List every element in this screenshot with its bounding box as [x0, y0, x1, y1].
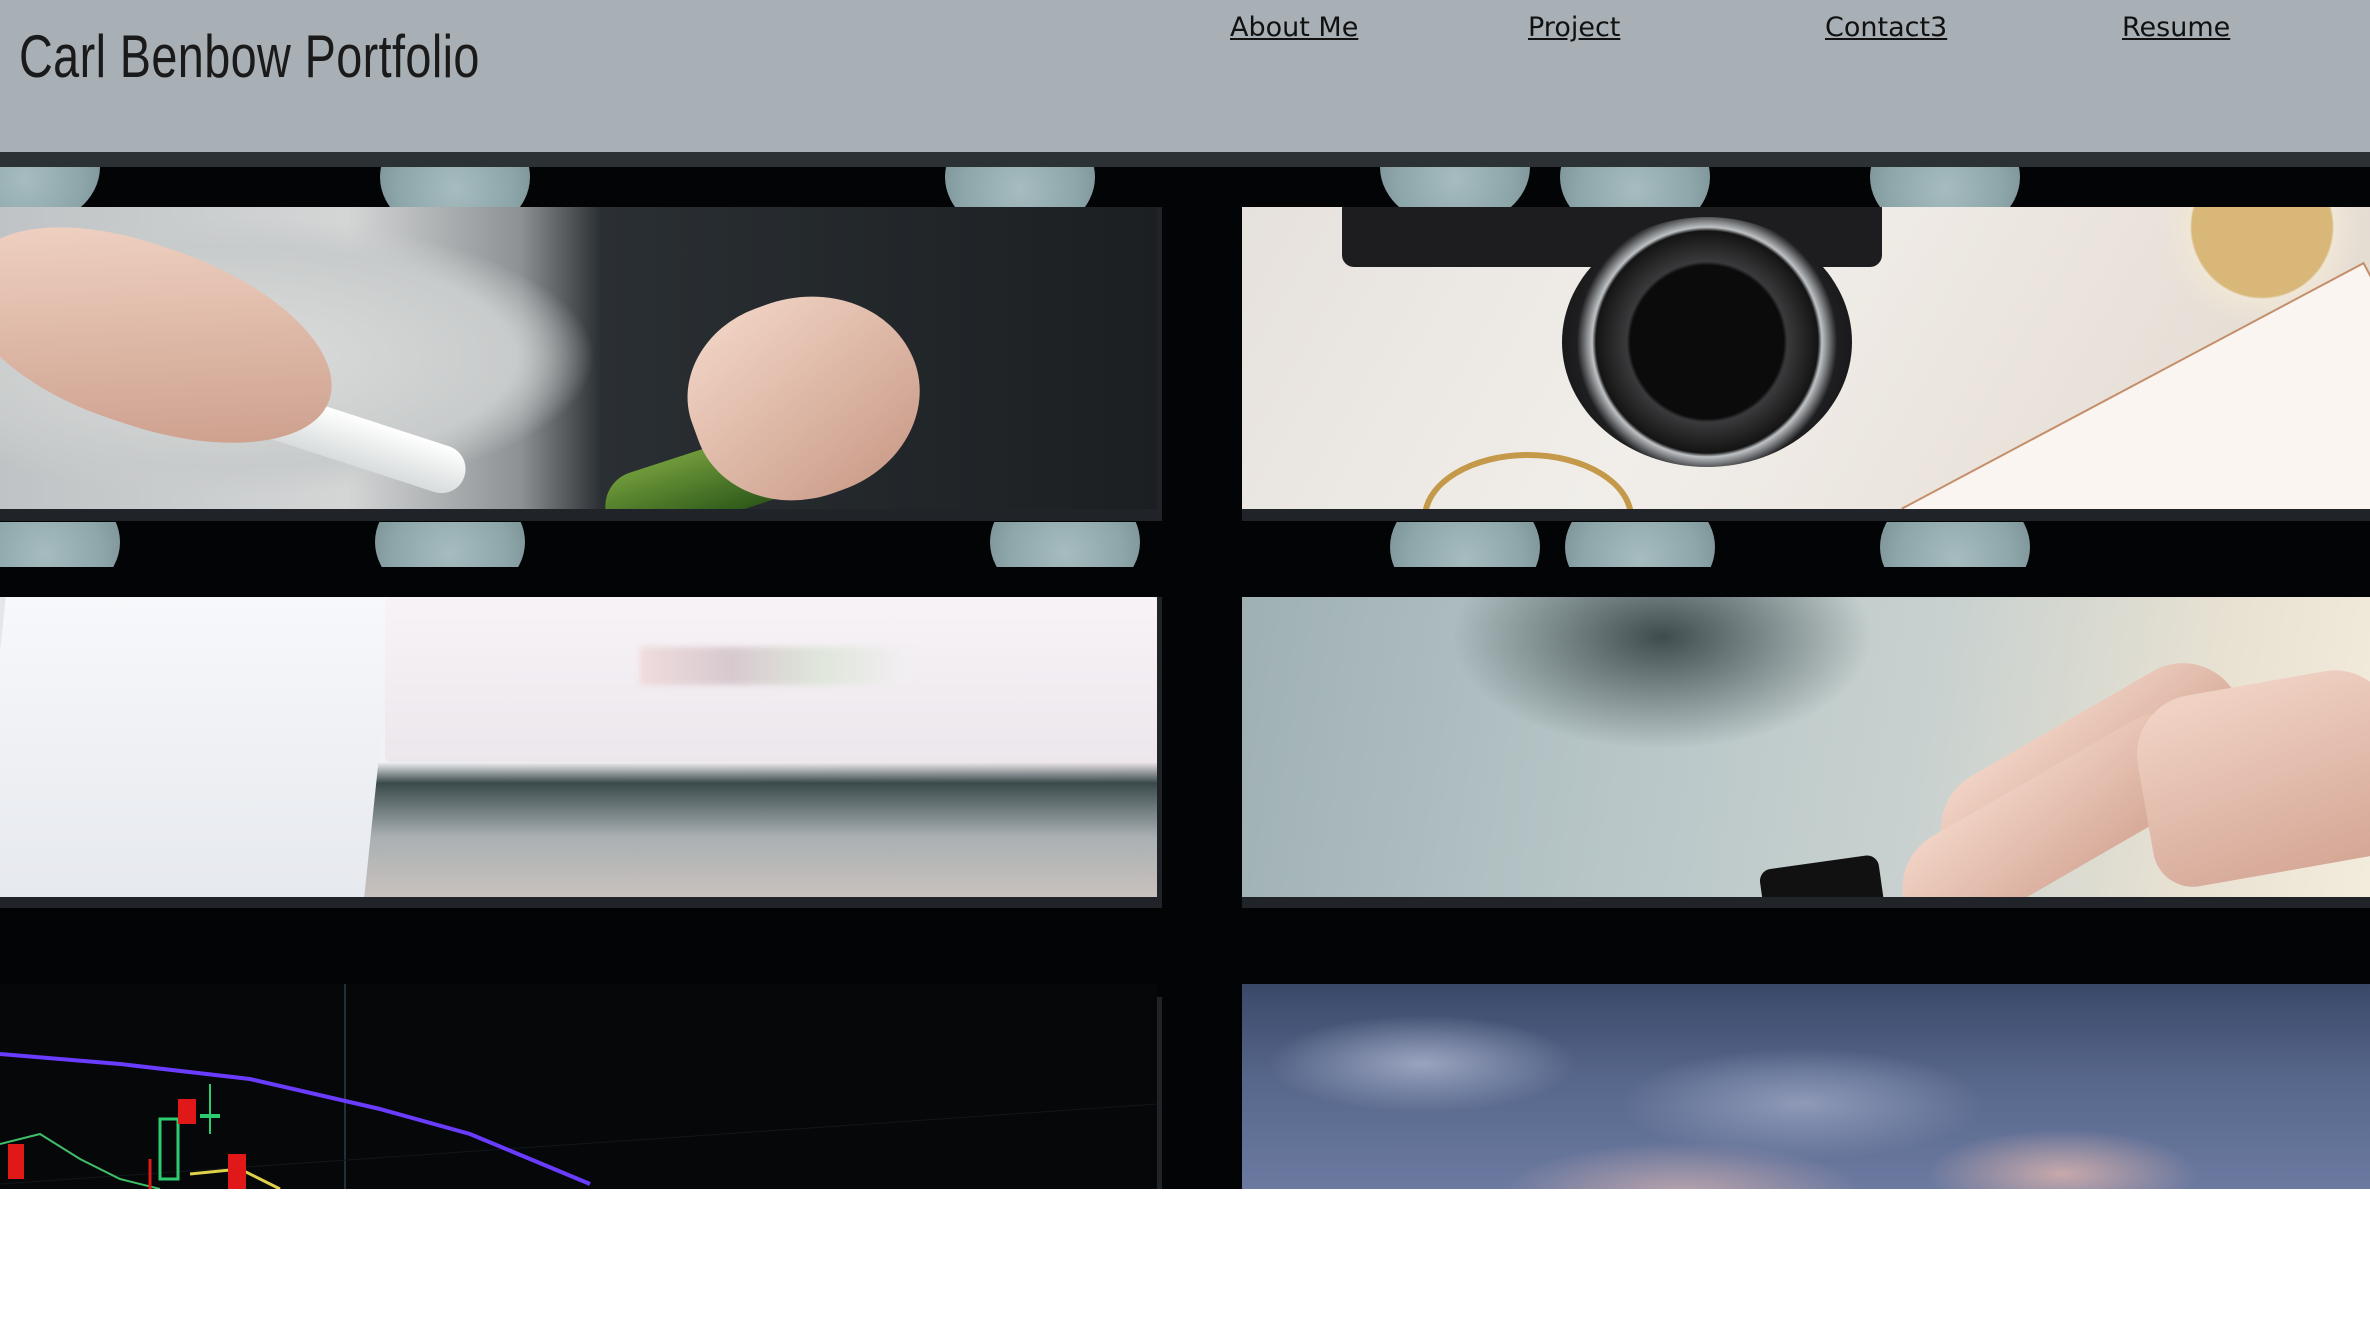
bokeh-band-middle — [0, 522, 2370, 567]
candlestick-chart-graphic — [0, 984, 1157, 1189]
project-tile-stock-chart[interactable] — [0, 984, 1157, 1189]
smartwatch-shape — [1758, 853, 1886, 897]
project-tile-cooking[interactable] — [0, 207, 1157, 509]
nav-link-contact[interactable]: Contact3 — [1825, 12, 1947, 43]
notepad-shape — [1901, 261, 2370, 509]
project-gallery — [0, 152, 2370, 1189]
bracelet-shape — [1422, 452, 1634, 509]
project-tile-sky[interactable] — [1242, 984, 2370, 1189]
tile-frame — [1157, 997, 1162, 1189]
nav-link-resume[interactable]: Resume — [2122, 12, 2230, 43]
site-title: Carl Benbow Portfolio — [19, 23, 480, 90]
bokeh-band-top — [0, 167, 2370, 207]
blurred-window-shape — [640, 647, 910, 685]
project-tile-camera[interactable] — [1242, 207, 2370, 509]
site-header: Carl Benbow Portfolio About Me Project C… — [0, 0, 2370, 152]
header-divider — [0, 152, 2370, 167]
camera-lens-shape — [1562, 217, 1852, 467]
project-tile-laptop[interactable] — [0, 597, 1157, 897]
nav-link-about-me[interactable]: About Me — [1230, 12, 1358, 43]
nav-link-project[interactable]: Project — [1528, 12, 1620, 43]
laptop-screen-shape — [0, 597, 396, 897]
project-tile-smartwatch[interactable] — [1242, 597, 2370, 897]
